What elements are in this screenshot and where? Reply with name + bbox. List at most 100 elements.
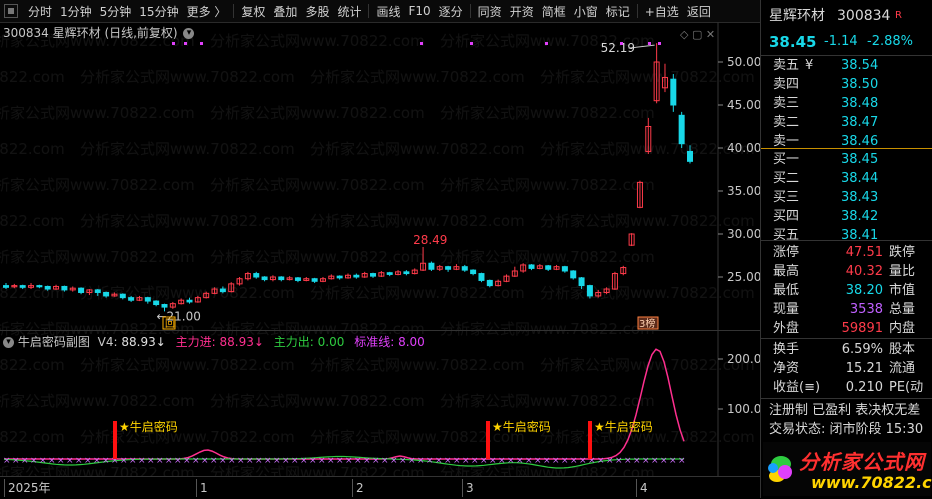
candle[interactable] [561,265,568,273]
candle[interactable] [153,300,160,307]
candle[interactable] [61,285,68,292]
stock-name[interactable]: 星辉环材 [769,5,825,27]
candle[interactable] [278,276,285,282]
candle[interactable] [661,63,668,93]
candle[interactable] [611,271,618,290]
candle[interactable] [328,274,335,280]
toolbar-item[interactable]: 简框 [538,3,570,20]
signal-marker[interactable]: ★牛启密码 [486,419,551,459]
toolbar-item[interactable]: 返回 [683,3,715,20]
candle[interactable] [119,293,126,300]
candle[interactable] [336,275,343,280]
candle[interactable] [311,277,318,284]
candle[interactable] [44,285,51,291]
toolbar-item[interactable]: 5分钟 [96,3,136,20]
candle[interactable] [103,291,110,298]
bid-row[interactable]: 买二 38.44 [761,169,932,188]
candle[interactable] [378,270,385,277]
candle[interactable] [236,277,243,286]
candle[interactable] [445,265,452,272]
candle[interactable] [345,273,351,279]
candle[interactable] [211,287,218,295]
dragon-tiger-marker[interactable]: 3榜 [637,316,659,330]
candle[interactable] [420,246,427,271]
candle[interactable] [687,145,693,164]
candle[interactable] [19,284,26,290]
bid-row[interactable]: 买四 38.42 [761,207,932,226]
candle[interactable] [620,265,627,276]
candle[interactable] [653,43,660,104]
candle[interactable] [303,277,310,282]
candle[interactable] [595,289,602,298]
toolbar-item[interactable]: 统计 [333,3,365,20]
candle[interactable] [94,289,101,296]
candle[interactable] [228,282,235,293]
candle[interactable] [28,283,35,290]
candle[interactable] [144,296,151,304]
candle[interactable] [678,111,685,148]
candle[interactable] [553,264,560,271]
candle[interactable] [244,271,251,281]
toolbar-item[interactable]: 复权 [237,3,269,20]
candle[interactable] [194,295,201,303]
candle[interactable] [570,270,577,280]
candle[interactable] [361,271,368,278]
candle[interactable] [395,270,402,276]
candle[interactable] [536,264,543,270]
candle[interactable] [528,264,535,271]
candle[interactable] [495,279,502,287]
candle[interactable] [136,295,143,302]
candle[interactable] [294,277,301,283]
candle[interactable] [286,276,293,281]
candle[interactable] [3,283,9,290]
toolbar-item[interactable]: 同资 [474,3,506,20]
candle[interactable] [436,264,443,271]
chart-settings-icon[interactable]: ▾ [183,28,195,39]
candle[interactable] [411,268,418,275]
toolbar-item[interactable]: 分时 [24,3,56,20]
chart-window-controls[interactable]: ◇ ▢ ✕ [680,28,715,41]
candle[interactable] [603,287,610,295]
candle[interactable] [461,264,468,272]
candle[interactable] [370,272,377,278]
candle[interactable] [69,286,76,292]
candle[interactable] [403,270,410,276]
toolbar-item[interactable]: 画线 [372,3,404,20]
candle[interactable] [78,287,85,295]
toolbar-item[interactable]: 1分钟 [56,3,96,20]
candle[interactable] [486,279,493,288]
toolbar-item[interactable]: 小窗 [570,3,602,20]
candle[interactable] [36,284,43,289]
candle[interactable] [503,274,510,283]
candle[interactable] [128,295,135,302]
toolbar-item[interactable]: 更多 〉 [183,3,231,20]
candle[interactable] [628,233,635,247]
candle[interactable] [578,277,585,290]
toolbar-item[interactable]: 开资 [506,3,538,20]
candle[interactable] [670,74,677,112]
candle[interactable] [319,277,326,283]
ask-row[interactable]: 卖三 38.48 [761,94,932,113]
candle[interactable] [169,301,176,309]
toolbar-item[interactable]: +自选 [641,3,683,20]
candlestick-chart[interactable]: 50.00 45.00 40.00 35.00 30.00 25.00 52.19 28.49… [0,22,760,330]
ask-row[interactable]: 卖四 38.50 [761,75,932,94]
ask-row[interactable]: 卖二 38.47 [761,113,932,132]
candle[interactable] [219,286,226,294]
candle[interactable] [636,180,643,209]
candle[interactable] [53,284,60,290]
indicator-name[interactable]: 牛启密码副图 [18,335,90,349]
candle[interactable] [353,273,360,279]
signal-marker[interactable]: ★牛启密码 [113,419,178,459]
candle[interactable] [470,269,477,276]
ask-row[interactable]: 卖五 ¥38.54 [761,56,932,75]
candle[interactable] [645,117,652,155]
window-menu-icon[interactable] [4,4,18,18]
candle[interactable] [186,297,193,304]
toolbar-item[interactable]: 叠加 [269,3,301,20]
candle[interactable] [253,271,260,279]
indicator-subchart[interactable]: 200.0 100.0 × × × × × × × × × × × × × × × × × × × × × × × × × × × × × ×… [0,330,760,477]
candle[interactable] [86,289,93,296]
indicator-settings-icon[interactable]: ▾ [3,337,14,348]
toolbar-item[interactable]: 多股 [301,3,333,20]
